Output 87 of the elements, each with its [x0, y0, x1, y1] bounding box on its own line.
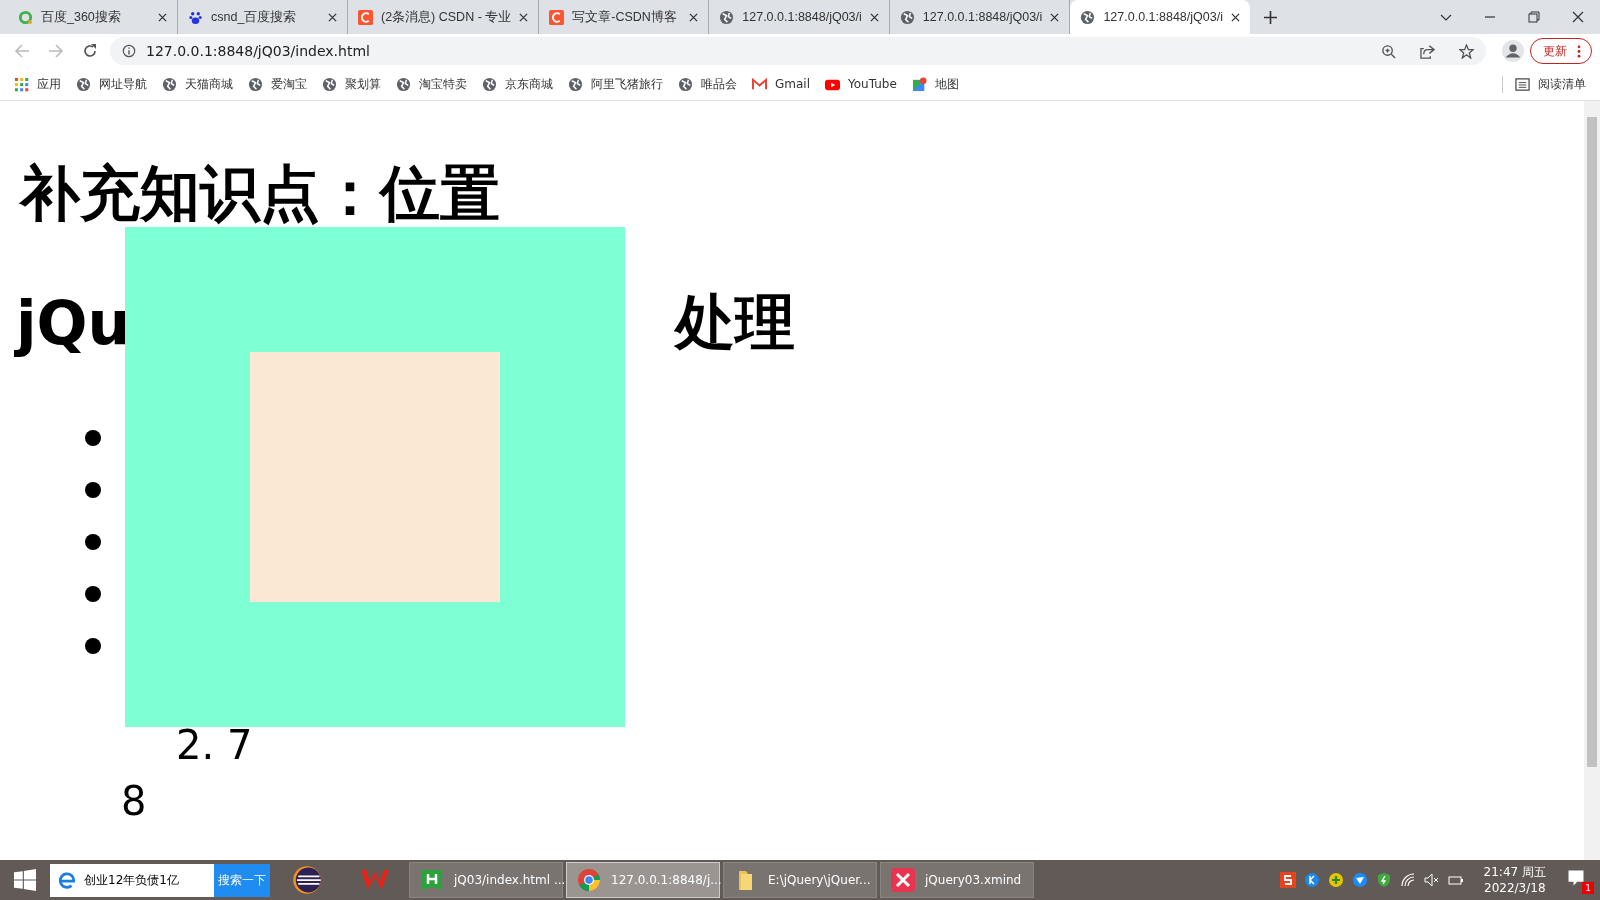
bookmark[interactable]: 阿里飞猪旅行 — [568, 75, 663, 93]
bookmark[interactable]: 应用 — [14, 75, 61, 93]
list-icon — [1515, 76, 1530, 92]
ring-icon — [18, 9, 33, 25]
eclipse-icon[interactable] — [292, 865, 322, 895]
scrollbar[interactable] — [1584, 101, 1600, 860]
search-field[interactable]: 创业12年负债1亿 — [50, 863, 214, 897]
muted-speaker-icon[interactable] — [1423, 872, 1440, 888]
wifi-icon[interactable] — [1399, 872, 1416, 888]
paw-icon — [188, 9, 203, 25]
mail-icon — [752, 76, 767, 92]
number-text: 2. 7 — [176, 721, 254, 770]
bookmark[interactable]: 淘宝特卖 — [396, 75, 467, 93]
bullet-icon — [85, 430, 101, 446]
chrome-icon — [577, 868, 601, 892]
globe-icon — [899, 9, 915, 25]
zoom-icon[interactable] — [1381, 43, 1396, 59]
globe-icon — [248, 76, 263, 92]
heading-text: jQu — [16, 288, 131, 358]
globe-icon — [678, 76, 693, 92]
bookmark[interactable]: YouTube — [825, 76, 897, 92]
bookmark[interactable]: 爱淘宝 — [248, 75, 307, 93]
globe-icon — [76, 76, 91, 92]
shield-icon[interactable] — [1375, 872, 1392, 888]
plus-badge-icon[interactable] — [1327, 872, 1344, 888]
browser-tab[interactable]: 127.0.0.1:8848/jQ03/i — [1070, 0, 1250, 34]
close-icon[interactable] — [869, 12, 879, 22]
close-icon[interactable] — [158, 12, 167, 22]
share-icon[interactable] — [1420, 43, 1435, 59]
bullet-icon — [85, 586, 101, 602]
reading-list-button[interactable]: 阅读清单 — [1502, 75, 1586, 93]
globe-icon — [719, 9, 735, 25]
time-text: 21:47 周五 — [1483, 864, 1546, 880]
close-icon[interactable] — [1230, 12, 1240, 22]
heading-text: 处理 — [675, 285, 796, 359]
h-logo-icon — [420, 868, 444, 892]
clock[interactable]: 21:47 周五 2022/3/18 — [1483, 864, 1546, 896]
globe-icon — [1080, 9, 1096, 25]
new-tab-icon[interactable] — [1263, 10, 1277, 24]
bullet-icon — [85, 482, 101, 498]
url-text: 127.0.0.1:8848/jQ03/index.html — [146, 43, 370, 59]
bullet-icon — [85, 534, 101, 550]
close-icon[interactable] — [328, 12, 337, 22]
address-bar[interactable]: 127.0.0.1:8848/jQ03/index.html — [110, 37, 1486, 65]
globe-icon — [396, 76, 411, 92]
star-icon[interactable] — [1459, 43, 1474, 59]
s-logo-icon[interactable] — [1279, 872, 1296, 888]
close-icon[interactable] — [1572, 11, 1584, 23]
bookmark[interactable]: Gmail — [752, 76, 810, 92]
more-icon[interactable] — [1577, 44, 1581, 58]
e-logo-icon — [58, 871, 76, 889]
globe-icon — [568, 76, 583, 92]
close-icon[interactable] — [519, 12, 529, 22]
bookmark[interactable]: 地图 — [911, 75, 959, 93]
map-pin-icon — [911, 76, 927, 92]
date-text: 2022/3/18 — [1484, 880, 1546, 896]
bookmark[interactable]: 天猫商城 — [162, 75, 233, 93]
page-title: 补充知识点：位置 — [20, 157, 501, 230]
apps-grid-icon — [14, 76, 29, 92]
bookmark[interactable]: 网址导航 — [76, 75, 147, 93]
update-button[interactable]: 更新 — [1530, 38, 1592, 64]
number-text: 8 — [121, 777, 148, 826]
bookmark[interactable]: 京东商城 — [482, 75, 553, 93]
info-icon — [122, 44, 136, 58]
taskbar-window[interactable]: jQ03/index.html ... — [409, 862, 563, 898]
bookmark[interactable]: 唯品会 — [678, 75, 737, 93]
notification-icon — [1566, 868, 1586, 888]
notification-count: 1 — [1582, 882, 1594, 894]
globe-icon — [162, 76, 177, 92]
close-icon[interactable] — [1050, 12, 1060, 22]
windows-logo-icon[interactable] — [14, 869, 36, 891]
restore-icon[interactable] — [1528, 11, 1540, 23]
taskbar-window[interactable]: jQuery03.xmind — [880, 862, 1034, 898]
k-badge-icon[interactable] — [1303, 872, 1320, 888]
bullet-icon — [85, 638, 101, 654]
close-icon[interactable] — [689, 12, 699, 22]
bird-icon[interactable] — [1351, 872, 1368, 888]
c-logo-icon — [549, 9, 565, 25]
globe-icon — [322, 76, 337, 92]
bookmark[interactable]: 聚划算 — [322, 75, 381, 93]
x-logo-icon — [891, 868, 915, 892]
globe-icon — [482, 76, 497, 92]
search-value: 创业12年负债1亿 — [84, 871, 179, 889]
scroll-thumb[interactable] — [1587, 117, 1597, 767]
profile-icon[interactable] — [1502, 40, 1524, 62]
c-logo-icon — [358, 9, 373, 25]
taskbar-window[interactable]: E:\jQuery\jQuer... — [723, 862, 877, 898]
